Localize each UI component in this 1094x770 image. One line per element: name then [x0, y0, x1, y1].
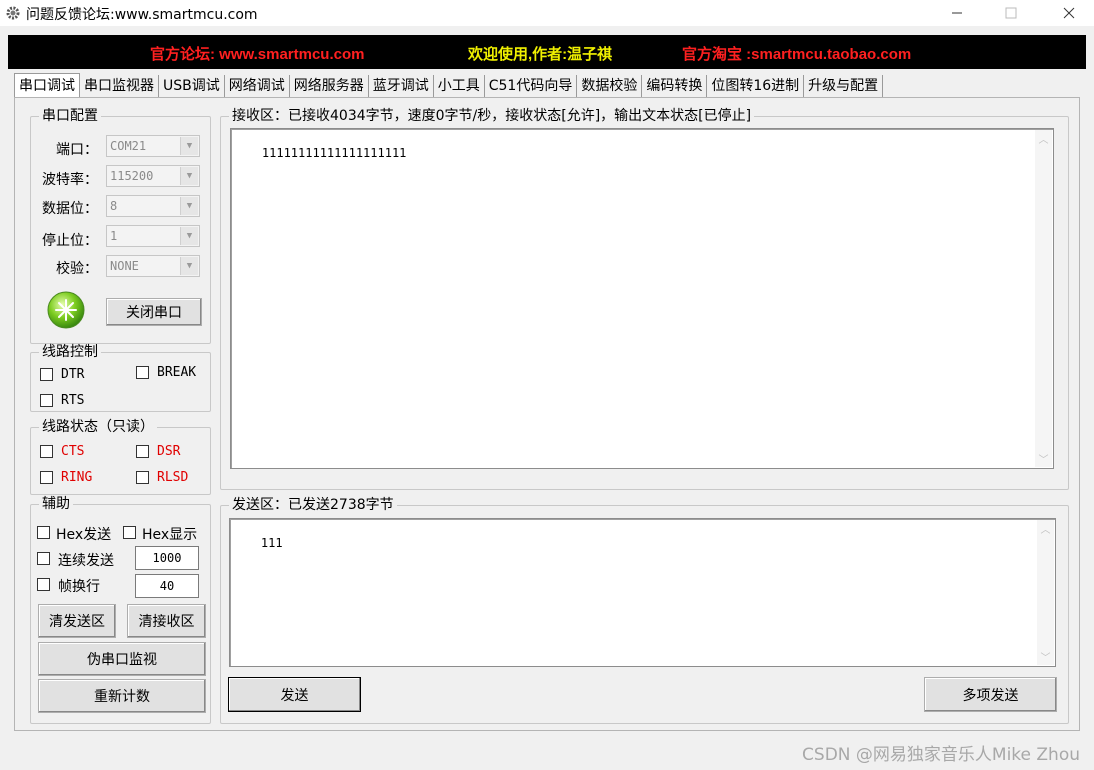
send-scrollbar[interactable]: ︿ ﹀	[1037, 520, 1054, 665]
chevron-down-icon[interactable]: ﹀	[1035, 450, 1052, 467]
banner: 官方论坛: www.smartmcu.com 欢迎使用,作者:温子祺 官方淘宝 …	[8, 35, 1086, 69]
continuous-send-label: 连续发送	[58, 553, 114, 569]
close-button[interactable]	[1046, 0, 1092, 26]
tab-tools[interactable]: 小工具	[434, 75, 485, 97]
frame-break-label: 帧换行	[58, 579, 100, 595]
port-open-indicator-icon	[47, 291, 85, 329]
hex-show-checkbox[interactable]	[123, 526, 136, 539]
port-select[interactable]: COM21 ▼	[106, 135, 200, 157]
close-port-button[interactable]: 关闭串口	[106, 298, 202, 326]
clear-send-button[interactable]: 清发送区	[38, 604, 116, 638]
title-bar[interactable]: 问题反馈论坛:www.smartmcu.com	[0, 0, 1094, 26]
dsr-label: DSR	[157, 444, 181, 459]
dsr-checkbox	[136, 445, 149, 458]
watermark: CSDN @网易独家音乐人Mike Zhou	[802, 745, 1080, 765]
main-window: 问题反馈论坛:www.smartmcu.com 官方论坛: www.smartm…	[0, 0, 1094, 770]
port-label: 端口：	[56, 142, 98, 158]
cts-checkbox	[40, 445, 53, 458]
recount-button[interactable]: 重新计数	[38, 679, 206, 713]
baud-select[interactable]: 115200 ▼	[106, 165, 200, 187]
break-label: BREAK	[157, 365, 197, 380]
databits-select[interactable]: 8 ▼	[106, 195, 200, 217]
databits-value: 8	[110, 199, 118, 213]
frame-break-checkbox[interactable]	[37, 578, 50, 591]
tab-bluetooth-debug[interactable]: 蓝牙调试	[369, 75, 434, 97]
rts-label: RTS	[61, 393, 85, 408]
parity-select[interactable]: NONE ▼	[106, 255, 200, 277]
pseudo-monitor-button[interactable]: 伪串口监视	[38, 642, 206, 676]
maximize-button[interactable]	[988, 0, 1034, 26]
receive-scrollbar[interactable]: ︿ ﹀	[1035, 130, 1052, 467]
tab-bar: 串口调试 串口监视器 USB调试 网络调试 网络服务器 蓝牙调试 小工具 C51…	[14, 73, 884, 97]
tab-bitmap-hex[interactable]: 位图转16进制	[707, 75, 805, 97]
tab-network-server[interactable]: 网络服务器	[290, 75, 369, 97]
maximize-icon	[1005, 7, 1017, 19]
rlsd-checkbox	[136, 471, 149, 484]
tab-network-debug[interactable]: 网络调试	[225, 75, 290, 97]
break-checkbox[interactable]	[136, 366, 149, 379]
port-value: COM21	[110, 139, 147, 153]
multi-send-button[interactable]: 多项发送	[924, 677, 1057, 712]
rts-checkbox[interactable]	[40, 394, 53, 407]
hex-send-label: Hex发送	[56, 527, 112, 543]
ring-checkbox	[40, 471, 53, 484]
minimize-button[interactable]	[934, 0, 980, 26]
send-textarea[interactable]: 111 ︿ ﹀	[229, 518, 1056, 667]
hex-show-label: Hex显示	[142, 527, 198, 543]
chevron-down-icon: ▼	[180, 197, 198, 215]
receive-content: 11111111111111111111	[261, 146, 407, 160]
tab-serial-monitor[interactable]: 串口监视器	[80, 75, 159, 97]
window-title: 问题反馈论坛:www.smartmcu.com	[26, 7, 258, 23]
dtr-checkbox[interactable]	[40, 368, 53, 381]
serial-config-title: 串口配置	[39, 108, 101, 124]
cts-label: CTS	[61, 444, 85, 459]
banner-shop-link[interactable]: 官方淘宝 :smartmcu.taobao.com	[682, 43, 911, 64]
tab-upgrade-config[interactable]: 升级与配置	[804, 75, 884, 97]
tab-serial-debug[interactable]: 串口调试	[14, 73, 80, 97]
receive-title: 接收区：已接收4034字节，速度0字节/秒，接收状态[允许]，输出文本状态[已停…	[229, 108, 755, 124]
receive-textarea[interactable]: 11111111111111111111 ︿ ﹀	[230, 128, 1054, 469]
dtr-label: DTR	[61, 367, 85, 382]
parity-label: 校验：	[56, 261, 98, 277]
baud-label: 波特率：	[42, 172, 98, 188]
banner-welcome: 欢迎使用,作者:温子祺	[468, 46, 613, 63]
banner-forum-link[interactable]: 官方论坛: www.smartmcu.com	[150, 43, 364, 64]
chevron-down-icon: ▼	[180, 227, 198, 245]
parity-value: NONE	[110, 259, 139, 273]
baud-value: 115200	[110, 169, 154, 183]
chevron-down-icon: ▼	[180, 167, 198, 185]
hex-send-checkbox[interactable]	[37, 526, 50, 539]
tab-c51-wizard[interactable]: C51代码向导	[485, 75, 578, 97]
chevron-down-icon: ▼	[180, 257, 198, 275]
stopbits-select[interactable]: 1 ▼	[106, 225, 200, 247]
line-control-group: 线路控制	[30, 344, 211, 412]
interval-input[interactable]: 1000	[135, 546, 199, 570]
chevron-down-icon: ▼	[180, 137, 198, 155]
tab-checksum[interactable]: 数据校验	[577, 75, 643, 97]
line-status-title: 线路状态（只读）	[39, 419, 157, 435]
continuous-send-checkbox[interactable]	[37, 552, 50, 565]
rlsd-label: RLSD	[157, 470, 189, 485]
close-icon	[1063, 7, 1075, 19]
stopbits-value: 1	[110, 229, 118, 243]
stopbits-label: 停止位：	[42, 233, 98, 249]
chevron-up-icon[interactable]: ︿	[1037, 520, 1054, 537]
gear-icon	[6, 6, 20, 20]
send-content: 111	[260, 536, 283, 550]
tab-encoding[interactable]: 编码转换	[642, 75, 708, 97]
line-control-title: 线路控制	[39, 344, 101, 360]
aux-title: 辅助	[39, 496, 73, 512]
ring-label: RING	[61, 470, 93, 485]
clear-recv-button[interactable]: 清接收区	[127, 604, 206, 638]
databits-label: 数据位：	[42, 201, 98, 217]
minimize-icon	[952, 12, 962, 14]
chevron-down-icon[interactable]: ﹀	[1037, 648, 1054, 665]
send-title: 发送区：已发送2738字节	[229, 497, 397, 513]
tab-usb-debug[interactable]: USB调试	[159, 75, 225, 97]
frame-input[interactable]: 40	[135, 574, 199, 598]
send-button[interactable]: 发送	[228, 677, 361, 712]
chevron-up-icon[interactable]: ︿	[1035, 130, 1052, 147]
